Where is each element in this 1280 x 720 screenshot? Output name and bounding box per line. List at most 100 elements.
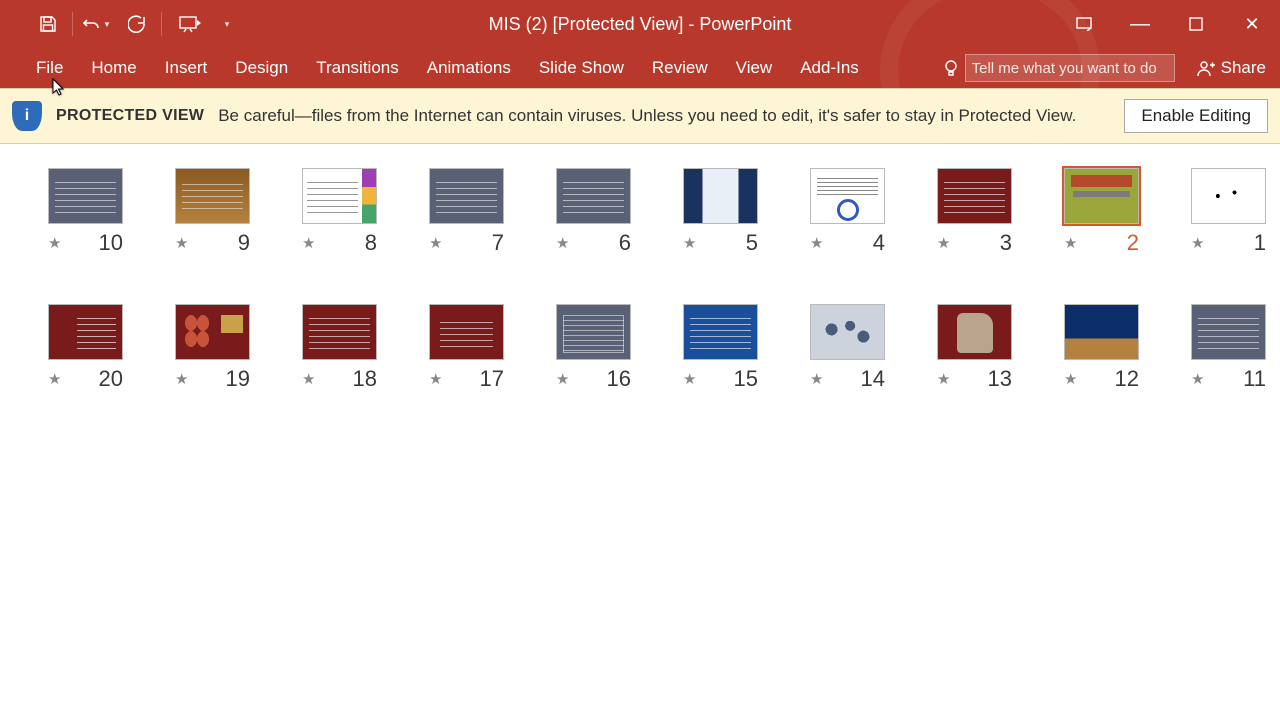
slide-thumbnail-19[interactable]: ★19	[175, 304, 250, 392]
slide-thumb[interactable]	[429, 168, 504, 224]
slide-thumb[interactable]	[810, 168, 885, 224]
tab-file[interactable]: File	[22, 48, 77, 88]
transition-star-icon: ★	[1064, 234, 1077, 252]
slide-thumbnail-11[interactable]: ★11	[1191, 304, 1266, 392]
undo-button[interactable]: ▼	[77, 0, 117, 48]
slide-number: 18	[353, 366, 377, 392]
close-button[interactable]: ✕	[1224, 0, 1280, 48]
undo-icon	[83, 15, 101, 33]
transition-star-icon: ★	[683, 234, 696, 252]
slide-number: 10	[99, 230, 123, 256]
slide-thumbnail-17[interactable]: ★17	[429, 304, 504, 392]
slide-thumbnail-6[interactable]: ★6	[556, 168, 631, 256]
share-button[interactable]: Share	[1183, 48, 1280, 88]
transition-star-icon: ★	[1064, 370, 1077, 388]
slide-thumbnail-15[interactable]: ★15	[683, 304, 758, 392]
tab-design[interactable]: Design	[221, 48, 302, 88]
tab-review[interactable]: Review	[638, 48, 722, 88]
slide-thumb[interactable]	[1064, 168, 1139, 224]
slide-thumb[interactable]	[937, 304, 1012, 360]
slide-meta: ★3	[937, 230, 1012, 256]
slide-thumb[interactable]	[1191, 304, 1266, 360]
slide-thumb[interactable]	[48, 168, 123, 224]
slide-thumb[interactable]	[810, 304, 885, 360]
slide-thumb[interactable]	[683, 304, 758, 360]
slide-meta: ★6	[556, 230, 631, 256]
slide-thumb[interactable]	[48, 304, 123, 360]
tab-add-ins[interactable]: Add-Ins	[786, 48, 873, 88]
tab-animations[interactable]: Animations	[413, 48, 525, 88]
enable-editing-button[interactable]: Enable Editing	[1124, 99, 1268, 133]
slide-number: 16	[607, 366, 631, 392]
slide-number: 15	[734, 366, 758, 392]
start-from-beginning-button[interactable]	[166, 0, 214, 48]
ribbon-tabs: File Home Insert Design Transitions Anim…	[0, 48, 1280, 88]
slide-thumbnail-3[interactable]: ★3	[937, 168, 1012, 256]
slide-thumbnail-14[interactable]: ★14	[810, 304, 885, 392]
redo-button[interactable]	[117, 0, 157, 48]
slide-thumb[interactable]	[556, 168, 631, 224]
transition-star-icon: ★	[556, 234, 569, 252]
slide-meta: ★14	[810, 366, 885, 392]
slide-thumb[interactable]	[429, 304, 504, 360]
slide-thumbnail-7[interactable]: ★7	[429, 168, 504, 256]
window-controls: — ✕	[1056, 0, 1280, 48]
slide-thumbnail-20[interactable]: ★20	[48, 304, 123, 392]
slide-thumb[interactable]	[683, 168, 758, 224]
slide-number: 20	[99, 366, 123, 392]
slide-thumb[interactable]	[1064, 304, 1139, 360]
transition-star-icon: ★	[1191, 370, 1204, 388]
slide-thumbnail-1[interactable]: ★1	[1191, 168, 1266, 256]
transition-star-icon: ★	[429, 370, 442, 388]
slide-number: 4	[873, 230, 885, 256]
slide-number: 13	[988, 366, 1012, 392]
title-bar: ▼ ▾ MIS (2) [Protected View] - PowerPoin…	[0, 0, 1280, 48]
tab-insert[interactable]: Insert	[151, 48, 222, 88]
slide-meta: ★10	[48, 230, 123, 256]
slide-thumbnail-13[interactable]: ★13	[937, 304, 1012, 392]
slide-thumbnail-12[interactable]: ★12	[1064, 304, 1139, 392]
tab-transitions[interactable]: Transitions	[302, 48, 413, 88]
slide-meta: ★12	[1064, 366, 1139, 392]
slide-thumbnail-10[interactable]: ★10	[48, 168, 123, 256]
slide-meta: ★7	[429, 230, 504, 256]
slide-thumbnail-4[interactable]: ★4	[810, 168, 885, 256]
slide-thumbnail-9[interactable]: ★9	[175, 168, 250, 256]
slide-meta: ★15	[683, 366, 758, 392]
slide-sorter-view[interactable]: ★1★2★3★4★5★6★7★8★9★10★11★12★13★14★15★16★…	[0, 144, 1280, 720]
tell-me-search	[935, 54, 1183, 82]
customize-qat-button[interactable]: ▾	[214, 0, 238, 48]
slide-thumbnail-2[interactable]: ★2	[1064, 168, 1139, 256]
restore-button[interactable]	[1168, 0, 1224, 48]
slide-number: 7	[492, 230, 504, 256]
slide-meta: ★20	[48, 366, 123, 392]
slide-thumb[interactable]	[1191, 168, 1266, 224]
transition-star-icon: ★	[1191, 234, 1204, 252]
slide-meta: ★18	[302, 366, 377, 392]
slide-thumb[interactable]	[175, 168, 250, 224]
share-person-icon	[1197, 59, 1215, 77]
save-button[interactable]	[28, 0, 68, 48]
tab-slide-show[interactable]: Slide Show	[525, 48, 638, 88]
slide-thumbnail-16[interactable]: ★16	[556, 304, 631, 392]
minimize-button[interactable]: —	[1112, 0, 1168, 48]
share-label: Share	[1221, 58, 1266, 78]
protected-view-badge: PROTECTED VIEW	[56, 107, 204, 125]
tab-home[interactable]: Home	[77, 48, 150, 88]
slide-thumb[interactable]	[937, 168, 1012, 224]
slide-thumb[interactable]	[302, 304, 377, 360]
tell-me-input[interactable]	[965, 54, 1175, 82]
slide-thumb[interactable]	[302, 168, 377, 224]
slide-thumb[interactable]	[556, 304, 631, 360]
close-icon: ✕	[1244, 14, 1259, 35]
transition-star-icon: ★	[175, 234, 188, 252]
slide-thumbnail-18[interactable]: ★18	[302, 304, 377, 392]
slide-number: 1	[1254, 230, 1266, 256]
ribbon-display-options-button[interactable]	[1056, 0, 1112, 48]
transition-star-icon: ★	[175, 370, 188, 388]
slide-thumbnail-5[interactable]: ★5	[683, 168, 758, 256]
slide-thumbnail-8[interactable]: ★8	[302, 168, 377, 256]
present-icon	[179, 15, 201, 33]
tab-view[interactable]: View	[722, 48, 787, 88]
slide-thumb[interactable]	[175, 304, 250, 360]
